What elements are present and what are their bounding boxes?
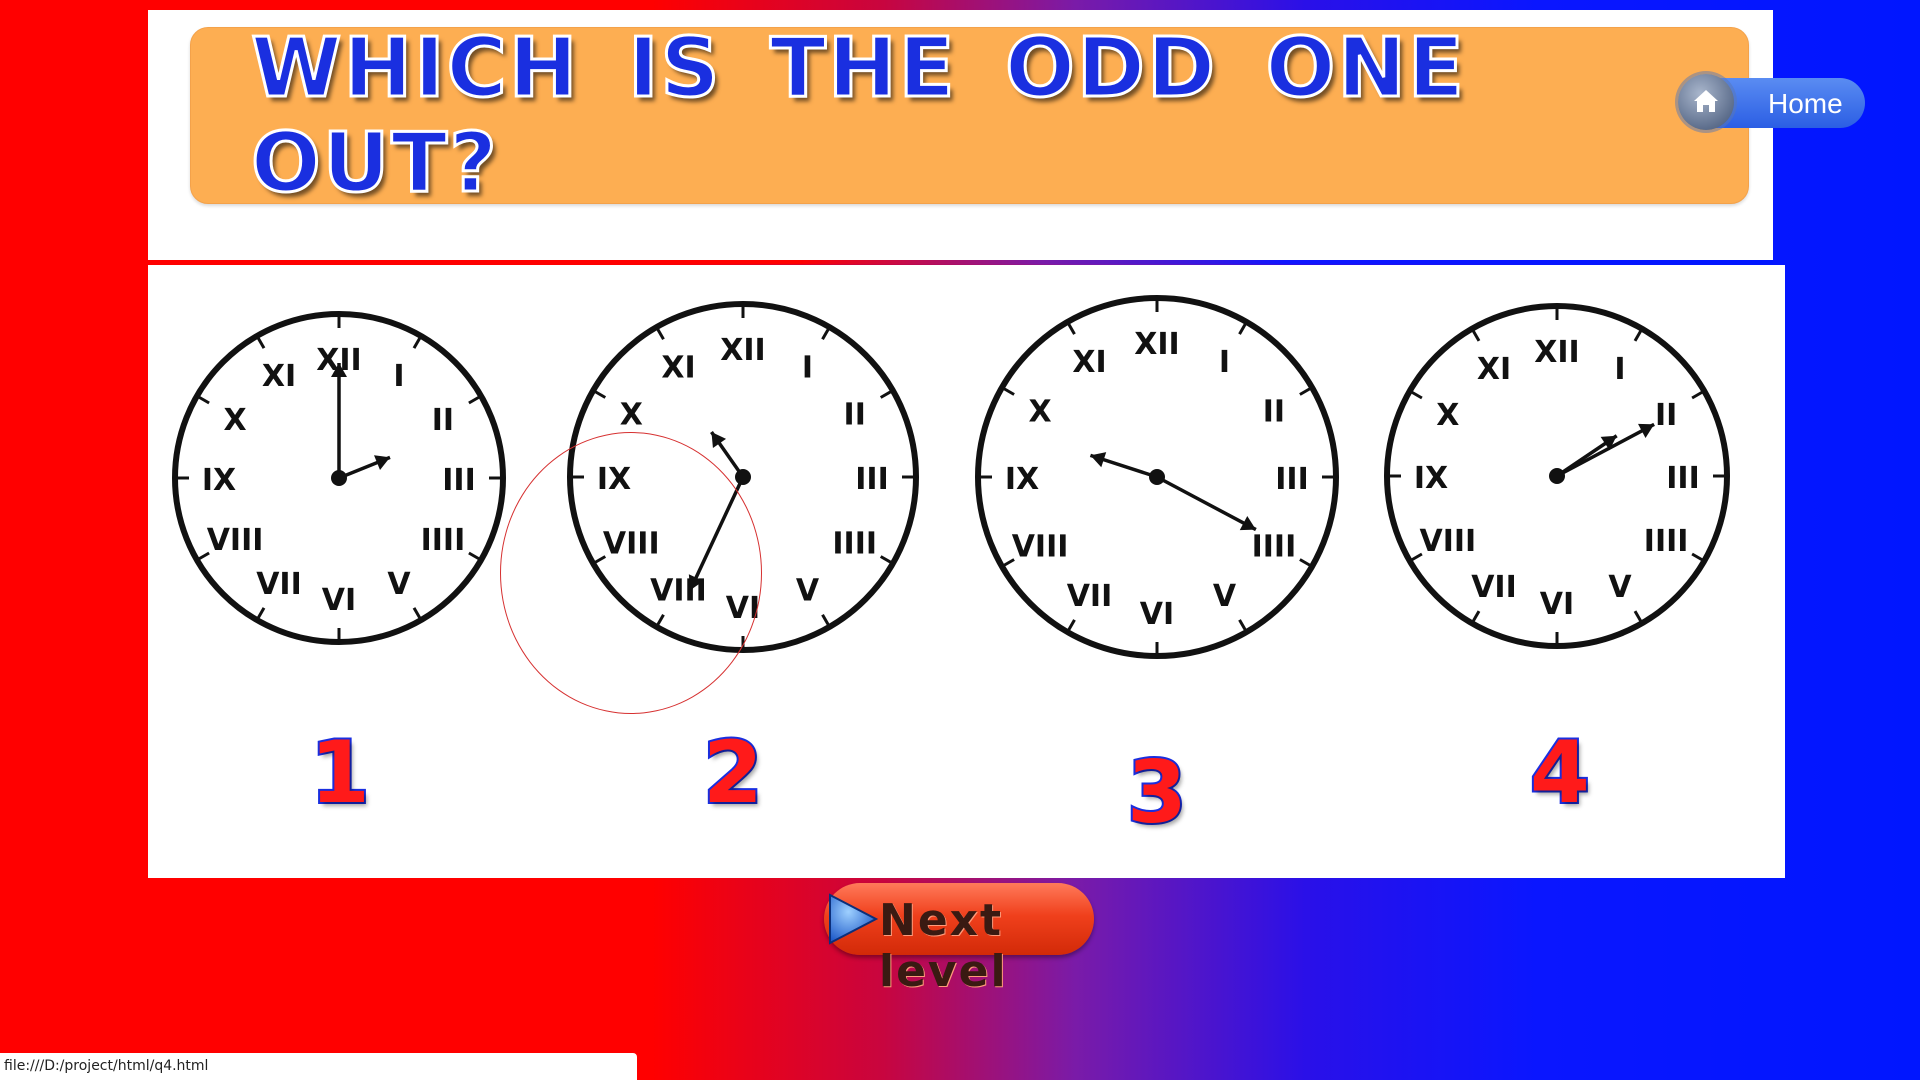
clock-numeral: XI — [661, 350, 695, 385]
clock-numeral: VII — [256, 567, 302, 602]
clock-numeral: VII — [1471, 570, 1517, 605]
page-title: WHICH IS THE ODD ONE OUT? — [250, 19, 1466, 212]
option-number-4[interactable]: 4 — [1528, 721, 1592, 825]
option-number-2[interactable]: 2 — [701, 721, 765, 825]
clock-numeral: VI — [1140, 597, 1174, 632]
clock-numeral: III — [1275, 462, 1309, 497]
clock-numeral: X — [620, 398, 643, 433]
clock-numeral: XI — [1477, 352, 1511, 387]
selection-circle — [500, 432, 762, 714]
clock-numeral: XI — [262, 359, 296, 394]
next-level-label: Next level — [879, 895, 1008, 997]
option-number-3[interactable]: 3 — [1125, 741, 1189, 845]
divider — [148, 260, 1773, 264]
clock-option-1[interactable]: XII IIIIIIIIIIVVIVIIVIIIIXXXI — [168, 296, 518, 660]
clock-numeral: XII — [1134, 327, 1179, 362]
clock-numeral: XII — [1534, 335, 1579, 370]
play-arrow-icon — [829, 893, 879, 945]
clock-numeral: VII — [1067, 579, 1113, 614]
clock-numeral: XI — [1072, 345, 1106, 380]
clock-numeral: I — [1219, 345, 1230, 380]
clock-numeral: I — [393, 359, 404, 394]
clock-numeral: V — [387, 567, 411, 602]
home-icon — [1678, 74, 1734, 130]
clock-option-3[interactable]: XIIIIIIIIIIIIVVIVIIVIIIIXXXI — [968, 284, 1346, 670]
clock-numeral: IIII — [421, 523, 466, 558]
next-level-button[interactable]: Next level — [824, 883, 1094, 997]
option-number-1[interactable]: 1 — [308, 721, 372, 825]
clock-numeral: IIII — [832, 527, 877, 562]
clock-numeral: X — [1029, 395, 1052, 430]
clock-numeral: I — [1614, 352, 1625, 387]
clock-numeral: X — [1436, 398, 1459, 433]
clock-numeral: IX — [202, 463, 236, 498]
clock-option-4[interactable]: XII IIIIIIIIIIVVIVIIVIIIIXXXI — [1376, 286, 1738, 666]
status-url: file:///D:/project/html/q4.html — [4, 1058, 209, 1074]
status-bar: file:///D:/project/html/q4.html — [0, 1053, 637, 1080]
clock-numeral: I — [802, 350, 813, 385]
clock-numeral: X — [224, 403, 247, 438]
home-label: Home — [1768, 88, 1843, 119]
clock-numeral: II — [432, 403, 454, 438]
clock-numeral: V — [1608, 570, 1632, 605]
clock-numeral: II — [844, 398, 866, 433]
clock-numeral: VIII — [1012, 530, 1069, 565]
clock-numeral: V — [796, 574, 820, 609]
clock-numeral: II — [1655, 398, 1677, 433]
clock-numeral: IIII — [1644, 524, 1689, 559]
clock-numeral: III — [855, 462, 889, 497]
clock-numeral: V — [1213, 579, 1237, 614]
clock-numeral: VI — [322, 583, 356, 618]
clock-numeral: IIII — [1252, 530, 1297, 565]
clock-numeral: IX — [1005, 462, 1039, 497]
clock-numeral: XII — [720, 333, 765, 368]
clock-numeral: II — [1263, 395, 1285, 430]
clock-numeral: III — [1666, 461, 1700, 496]
clock-numeral: VIII — [1420, 524, 1477, 559]
clock-numeral: VIII — [207, 523, 264, 558]
clock-numeral: IX — [1414, 461, 1448, 496]
title-banner: WHICH IS THE ODD ONE OUT? — [190, 19, 1749, 212]
clock-numeral: III — [442, 463, 476, 498]
clock-numeral: VI — [1540, 587, 1574, 622]
home-button[interactable]: Home — [1678, 74, 1865, 130]
